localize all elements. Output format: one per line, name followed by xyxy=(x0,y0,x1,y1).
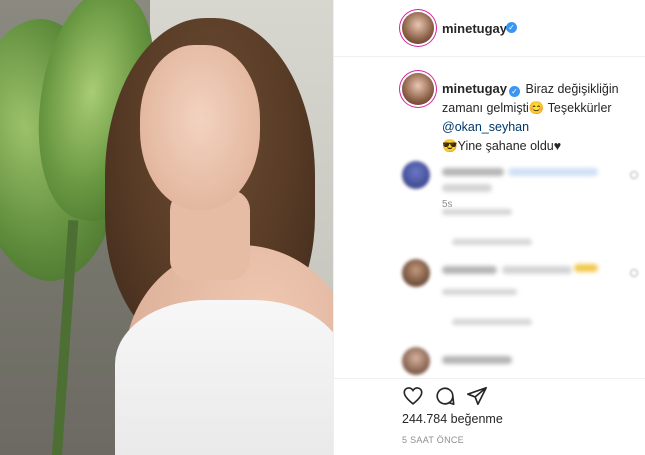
post-header: minetugay ✓ xyxy=(334,0,645,57)
caption-text: minetugay ✓ Biraz değişikliğin zamanı gel… xyxy=(442,79,642,156)
comments-list xyxy=(334,155,645,375)
view-replies-link[interactable] xyxy=(452,319,532,325)
avatar[interactable] xyxy=(402,259,430,287)
heart-icon[interactable] xyxy=(630,171,638,179)
caption-username[interactable]: minetugay xyxy=(442,81,507,96)
sunglasses-emoji-icon: 😎 xyxy=(442,139,458,153)
avatar[interactable] xyxy=(402,347,430,375)
likes-count[interactable]: 244.784 beğenme xyxy=(402,412,503,426)
mention-link[interactable]: @okan_seyhan xyxy=(442,120,529,134)
comment-text xyxy=(502,266,572,274)
avatar[interactable] xyxy=(402,161,430,189)
comment-text xyxy=(442,184,492,192)
emoji-icon xyxy=(574,264,598,272)
avatar[interactable] xyxy=(402,12,434,44)
smile-emoji-icon: 😊 xyxy=(528,101,545,115)
caption-body: Yine şahane oldu xyxy=(457,139,554,153)
comment-icon[interactable] xyxy=(434,385,456,407)
photo-subject-face xyxy=(140,45,260,210)
post-side-panel: minetugay ✓ minetugay ✓ Biraz değişikliği… xyxy=(333,0,645,455)
verified-badge-icon: ✓ xyxy=(509,86,521,97)
post-actions xyxy=(334,378,645,408)
share-icon[interactable] xyxy=(466,385,488,407)
comment-meta xyxy=(442,209,512,215)
heart-icon[interactable] xyxy=(402,385,424,407)
post-timestamp: 5 SAAT ÖNCE xyxy=(402,435,464,445)
verified-badge-icon: ✓ xyxy=(506,22,517,33)
view-replies-link[interactable] xyxy=(452,239,532,245)
avatar[interactable] xyxy=(402,73,434,105)
heart-icon[interactable] xyxy=(630,269,638,277)
comment-username[interactable] xyxy=(442,266,497,274)
caption-body: Teşekkürler xyxy=(544,101,612,115)
comment-username[interactable] xyxy=(442,168,504,176)
header-username[interactable]: minetugay xyxy=(442,21,507,36)
comment-meta xyxy=(442,289,517,295)
comment-username[interactable] xyxy=(442,356,512,364)
heart-emoji-icon: ♥ xyxy=(553,139,562,153)
photo-subject-top xyxy=(115,300,333,455)
post-photo[interactable] xyxy=(0,0,333,455)
comment-text xyxy=(508,168,598,176)
